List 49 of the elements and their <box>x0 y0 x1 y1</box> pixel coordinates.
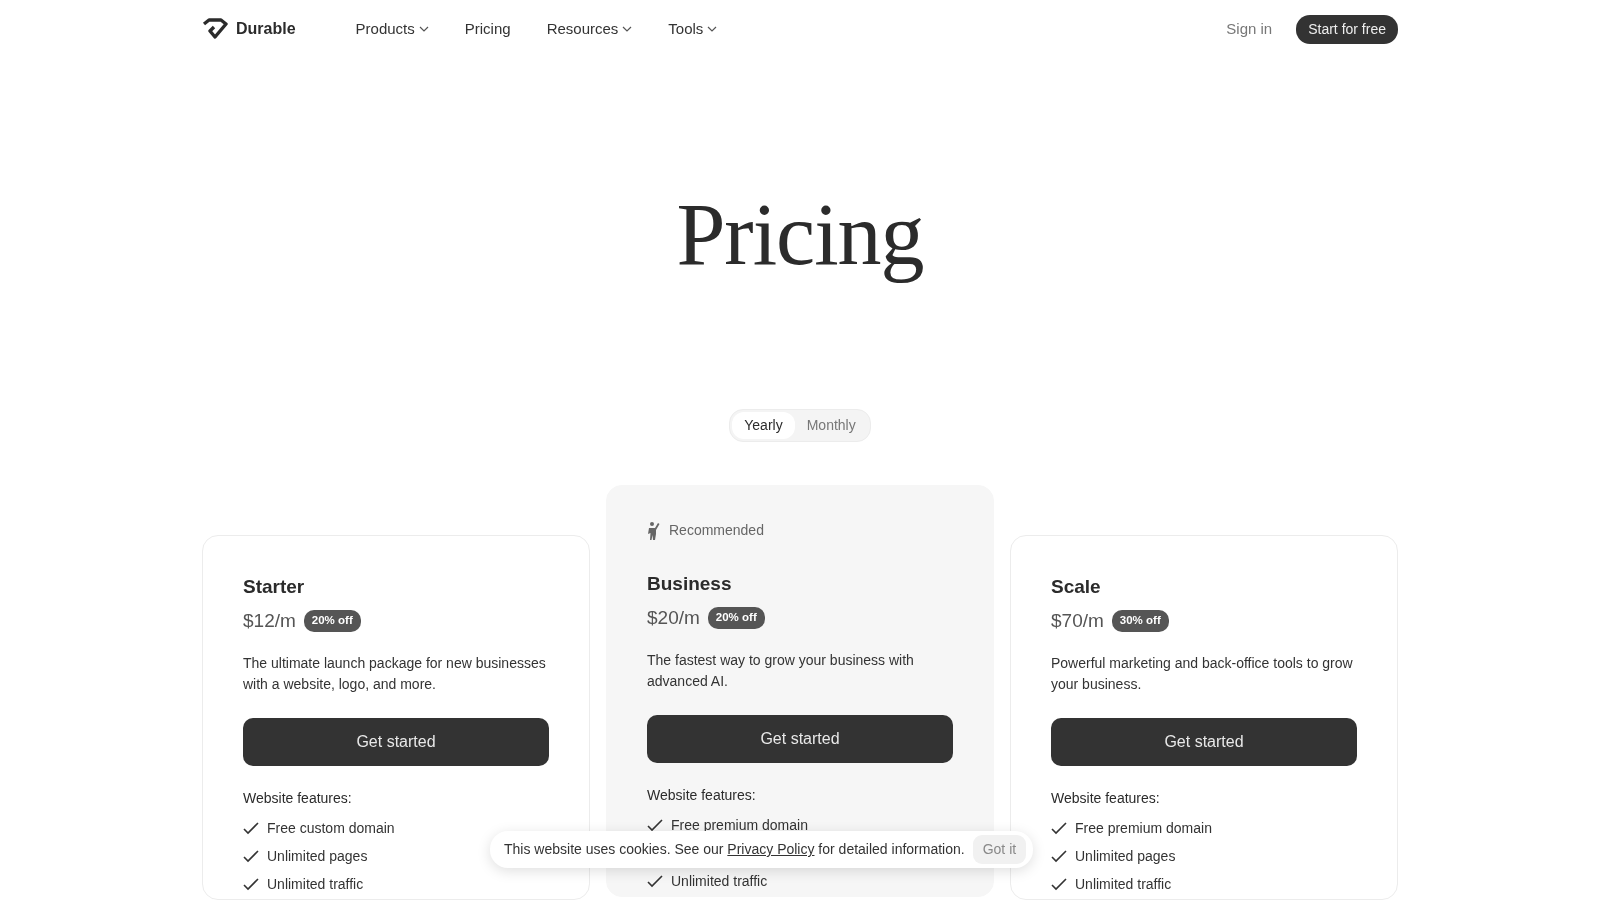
discount-badge: 20% off <box>707 607 765 629</box>
discount-badge: 30% off <box>1111 610 1169 632</box>
logo-icon <box>202 18 228 40</box>
nav-link[interactable]: Pricing <box>464 17 511 41</box>
brand-name: Durable <box>236 19 296 39</box>
checkmark-icon <box>647 819 663 833</box>
sign-in-link[interactable]: Sign in <box>1226 17 1273 41</box>
discount-badge: 20% off <box>303 610 361 632</box>
plan-description: The ultimate launch package for new businesses with a website, logo, and more. <box>243 654 547 694</box>
feature-text: Free premium domain <box>1075 819 1212 839</box>
plan-description: The fastest way to grow your business with advanced AI. <box>647 651 915 691</box>
plan-description: Powerful marketing and back-office tools to grow your business. <box>1051 654 1354 694</box>
cookie-text: This website uses cookies. See our Privacy Policy for detailed information. <box>504 840 965 859</box>
checkmark-icon <box>243 878 259 892</box>
plan-price: $20/m <box>647 605 700 630</box>
feature-text: Free custom domain <box>267 819 395 839</box>
feature-text: Unlimited pages <box>267 847 368 867</box>
checkmark-icon <box>647 875 663 889</box>
checkmark-icon <box>243 850 259 864</box>
plan-name: Starter <box>243 576 306 599</box>
feature-text: Unlimited pages <box>1075 847 1176 867</box>
feature-text: Unlimited traffic <box>267 875 364 895</box>
checkmark-icon <box>1051 822 1067 836</box>
plan-name: Scale <box>1051 576 1102 599</box>
billing-tab[interactable]: Monthly <box>794 412 868 439</box>
feature-text: Free premium domain <box>671 816 808 836</box>
checkmark-icon <box>243 822 259 836</box>
get-started-button[interactable]: Get started <box>243 717 549 766</box>
start-button[interactable]: Start for free <box>1296 14 1398 44</box>
nav-link[interactable]: Tools <box>668 17 718 41</box>
feature-text: Unlimited traffic <box>1075 875 1172 895</box>
plan-price: $12/m <box>243 608 296 633</box>
nav-link[interactable]: Products <box>355 17 429 41</box>
recommended-label: Recommended <box>669 521 764 540</box>
features-heading: Website features: <box>1051 788 1161 808</box>
features-heading: Website features: <box>243 788 353 808</box>
feature-text: Unlimited traffic <box>671 872 768 892</box>
waving-figure-icon <box>647 520 661 541</box>
billing-tab[interactable]: Yearly <box>732 412 795 439</box>
page-title: Pricing <box>675 185 925 285</box>
features-heading: Website features: <box>647 785 757 805</box>
checkmark-icon <box>1051 850 1067 864</box>
checkmark-icon <box>1051 878 1067 892</box>
privacy-policy-link[interactable]: Privacy Policy <box>727 841 815 857</box>
get-started-button[interactable]: Get started <box>647 714 953 763</box>
get-started-button[interactable]: Get started <box>1051 717 1357 766</box>
plan-price: $70/m <box>1051 608 1104 633</box>
nav-link[interactable]: Resources <box>546 17 633 41</box>
plan-name: Business <box>647 573 733 596</box>
